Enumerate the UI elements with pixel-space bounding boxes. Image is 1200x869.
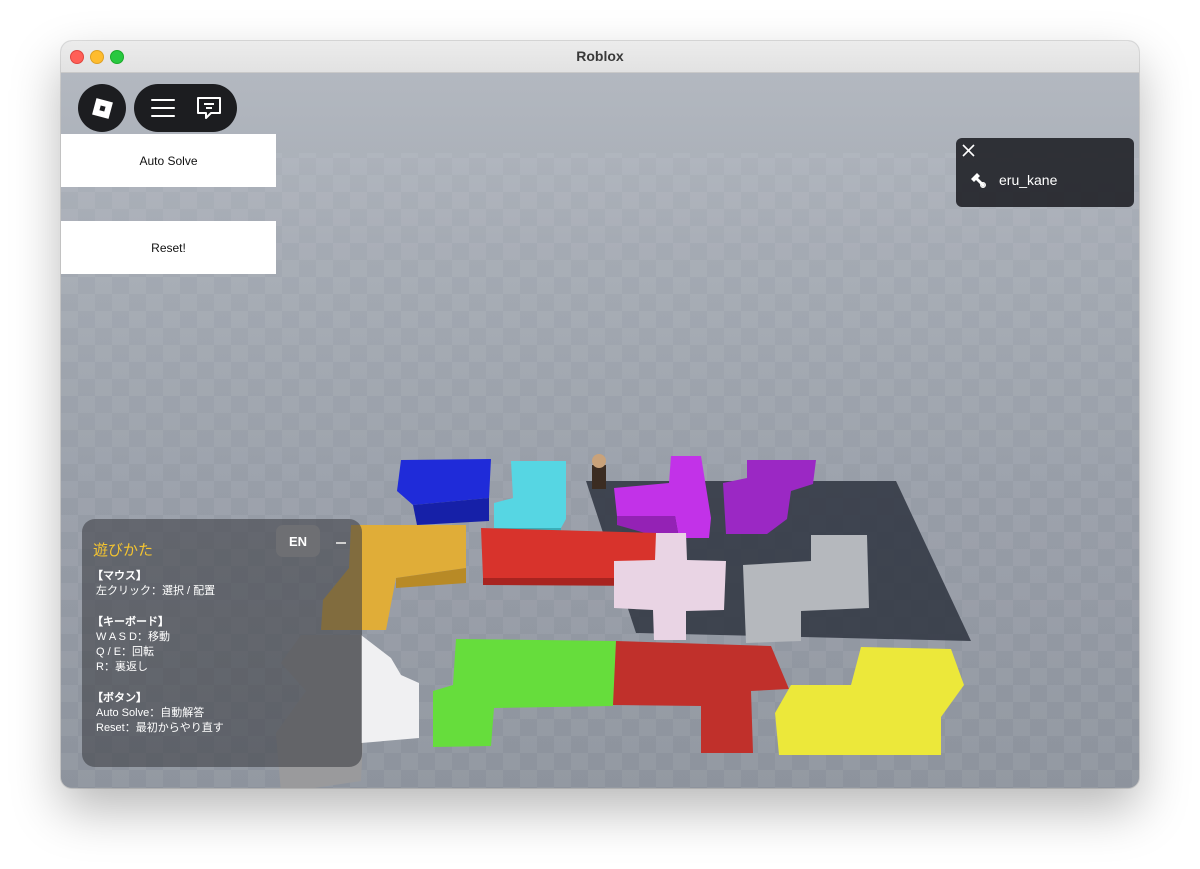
help-panel: 遊びかた EN 【マウス】 左クリック：選択 / 配置 【キーボード】 W A …: [82, 519, 362, 767]
section-heading-mouse: 【マウス】: [92, 570, 147, 582]
help-line: Q / E：回転: [96, 646, 155, 658]
developer-hammer-icon: [971, 173, 986, 188]
section-heading-buttons: 【ボタン】: [92, 692, 147, 704]
window-title: Roblox: [576, 48, 624, 64]
reset-button[interactable]: Reset!: [61, 221, 276, 274]
minimize-help-button[interactable]: [336, 542, 346, 544]
help-body: 【マウス】 左クリック：選択 / 配置 【キーボード】 W A S D：移動 Q…: [92, 569, 224, 736]
help-line: 左クリック：選択 / 配置: [96, 585, 216, 597]
section-heading-keyboard: 【キーボード】: [92, 616, 169, 628]
roblox-logo-icon: [91, 97, 113, 119]
language-toggle-button[interactable]: EN: [276, 525, 320, 557]
close-icon[interactable]: [962, 144, 975, 157]
game-viewport[interactable]: Auto Solve Reset! eru_kane 遊びかた EN 【マウス】…: [61, 73, 1139, 788]
auto-solve-button[interactable]: Auto Solve: [61, 134, 276, 187]
player-list: eru_kane: [956, 138, 1134, 207]
title-bar: Roblox: [61, 41, 1139, 73]
help-line: W A S D：移動: [96, 631, 170, 643]
player-avatar: [592, 454, 606, 489]
help-line: Reset：最初からやり直す: [96, 722, 224, 734]
help-line: R：裏返し: [96, 661, 148, 673]
roblox-logo-button[interactable]: [78, 84, 126, 132]
app-window: Roblox Auto Solve Reset! eru_kane 遊びかた E…: [61, 41, 1139, 788]
topbar-menu-pill: [134, 84, 237, 132]
help-line: Auto Solve：自動解答: [96, 707, 205, 719]
chat-icon[interactable]: [196, 96, 222, 120]
help-title: 遊びかた: [93, 542, 154, 559]
player-name[interactable]: eru_kane: [999, 172, 1057, 188]
hamburger-menu-icon[interactable]: [151, 99, 175, 117]
